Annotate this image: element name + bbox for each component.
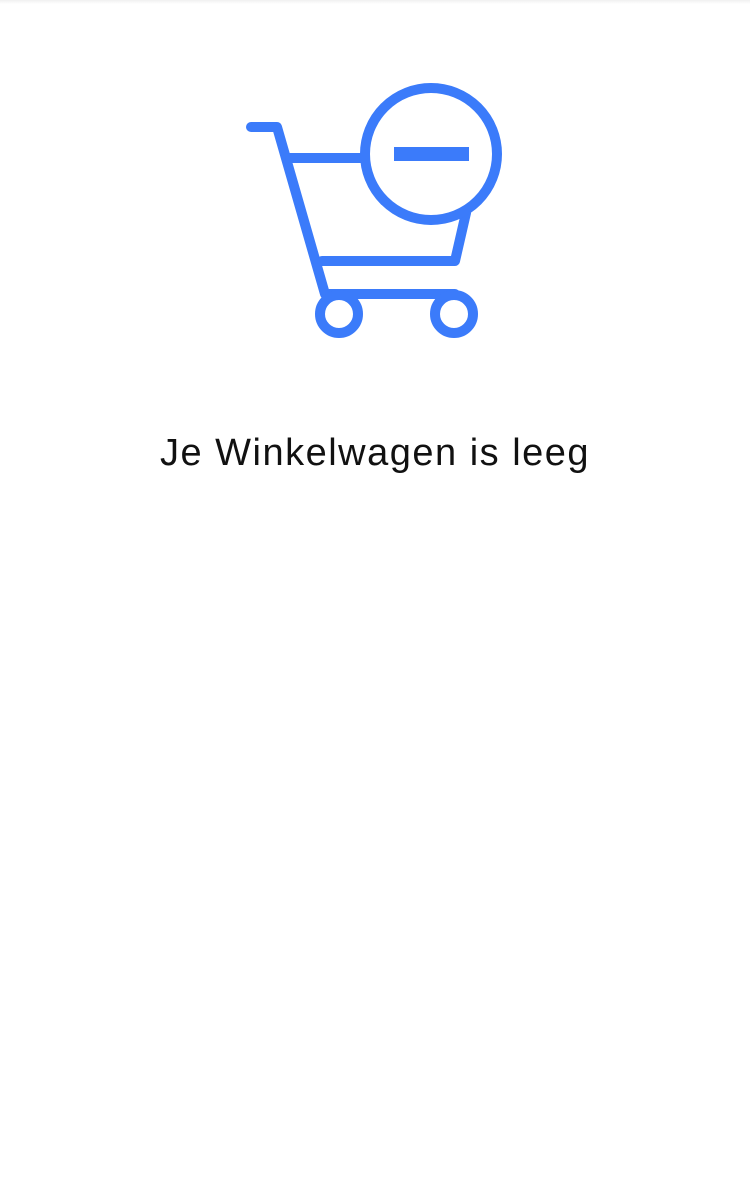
empty-cart-state: Je Winkelwagen is leeg (0, 0, 750, 1178)
cart-remove-icon (246, 83, 502, 338)
empty-cart-message: Je Winkelwagen is leeg (159, 432, 591, 474)
